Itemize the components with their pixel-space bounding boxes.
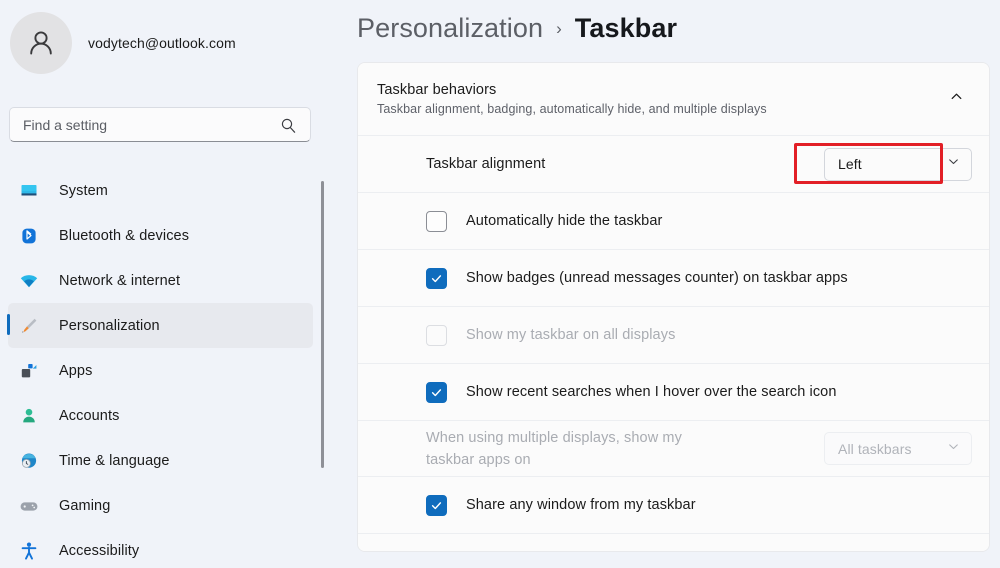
chevron-up-icon (949, 89, 964, 109)
sidebar-item-label: Gaming (59, 497, 111, 514)
auto-hide-taskbar-label: Automatically hide the taskbar (466, 213, 663, 229)
sidebar-item-time-language[interactable]: Time & language (8, 438, 313, 483)
bluetooth-icon (16, 224, 42, 248)
sidebar-item-accessibility[interactable]: Accessibility (8, 528, 313, 568)
chevron-right-icon: › (556, 18, 562, 38)
sidebar-item-label: Personalization (59, 317, 160, 334)
apps-icon (16, 359, 42, 383)
sidebar-item-label: Apps (59, 362, 93, 379)
sidebar-nav: System Bluetooth & devices Network & int… (7, 168, 313, 568)
share-any-window-label: Share any window from my taskbar (466, 497, 696, 513)
chevron-down-icon (947, 155, 960, 173)
sidebar-item-label: Accessibility (59, 542, 140, 559)
account-email: vodytech@outlook.com (88, 35, 236, 51)
card-header[interactable]: Taskbar behaviors Taskbar alignment, bad… (358, 63, 989, 135)
taskbar-behaviors-card: Taskbar behaviors Taskbar alignment, bad… (357, 62, 990, 552)
settings-window: vodytech@outlook.com S (0, 0, 1000, 568)
show-recent-searches-checkbox[interactable] (426, 381, 447, 403)
collapse-toggle-button[interactable] (940, 83, 972, 115)
show-badges-label: Show badges (unread messages counter) on… (466, 270, 848, 286)
multi-display-taskbar-apps-value: All taskbars (838, 440, 912, 457)
sidebar-item-bluetooth-devices[interactable]: Bluetooth & devices (8, 213, 313, 258)
search-box[interactable] (9, 107, 311, 142)
card-subtitle: Taskbar alignment, badging, automaticall… (377, 102, 767, 116)
sidebar-item-apps[interactable]: Apps (8, 348, 313, 393)
monitor-icon (16, 179, 42, 203)
account-section[interactable]: vodytech@outlook.com (10, 12, 236, 74)
card-title: Taskbar behaviors (377, 82, 497, 98)
sidebar-item-label: Time & language (59, 452, 170, 469)
search-icon (280, 117, 297, 139)
share-any-window-row[interactable]: Share any window from my taskbar (358, 476, 989, 533)
multi-display-taskbar-apps-row: When using multiple displays, show my ta… (358, 420, 989, 476)
search-input[interactable] (23, 116, 273, 133)
taskbar-alignment-label: Taskbar alignment (426, 156, 546, 172)
show-taskbar-all-displays-row: Show my taskbar on all displays (358, 306, 989, 363)
sidebar: vodytech@outlook.com S (0, 0, 335, 568)
sidebar-item-label: Network & internet (59, 272, 181, 289)
chevron-down-icon (947, 440, 960, 458)
card-header-texts: Taskbar behaviors Taskbar alignment, bad… (377, 82, 940, 116)
checkmark-icon (431, 388, 442, 396)
share-any-window-checkbox[interactable] (426, 494, 447, 516)
user-avatar-icon (10, 12, 72, 74)
checkmark-icon (431, 274, 442, 282)
clock-globe-icon (16, 449, 42, 473)
next-row-partial (358, 533, 989, 551)
sidebar-scrollbar[interactable] (321, 181, 324, 468)
breadcrumb: Personalization › Taskbar (357, 13, 677, 44)
taskbar-alignment-value: Left (838, 156, 862, 172)
gamepad-icon (16, 494, 42, 518)
sidebar-item-label: Bluetooth & devices (59, 227, 190, 244)
show-taskbar-all-displays-checkbox (426, 324, 447, 346)
auto-hide-taskbar-checkbox[interactable] (426, 210, 447, 232)
accessibility-icon (16, 539, 42, 563)
sidebar-item-label: System (59, 182, 108, 199)
show-badges-row[interactable]: Show badges (unread messages counter) on… (358, 249, 989, 306)
sidebar-item-personalization[interactable]: Personalization (7, 303, 313, 348)
sidebar-item-label: Accounts (59, 407, 120, 424)
show-badges-checkbox[interactable] (426, 267, 447, 289)
show-taskbar-all-displays-label: Show my taskbar on all displays (466, 327, 676, 343)
auto-hide-taskbar-row[interactable]: Automatically hide the taskbar (358, 192, 989, 249)
sidebar-item-gaming[interactable]: Gaming (8, 483, 313, 528)
multi-display-taskbar-apps-dropdown: All taskbars (824, 432, 972, 465)
multi-display-taskbar-apps-label: When using multiple displays, show my ta… (426, 429, 682, 468)
paintbrush-icon (16, 314, 42, 338)
main-content: Personalization › Taskbar Taskbar behavi… (335, 0, 1000, 568)
taskbar-alignment-dropdown[interactable]: Left (824, 147, 972, 181)
checkmark-icon (431, 501, 442, 509)
page-title: Taskbar (574, 13, 678, 43)
breadcrumb-parent[interactable]: Personalization (357, 13, 543, 44)
sidebar-item-network-internet[interactable]: Network & internet (8, 258, 313, 303)
show-recent-searches-row[interactable]: Show recent searches when I hover over t… (358, 363, 989, 420)
show-recent-searches-label: Show recent searches when I hover over t… (466, 384, 837, 400)
sidebar-item-system[interactable]: System (8, 168, 313, 213)
sidebar-item-accounts[interactable]: Accounts (8, 393, 313, 438)
taskbar-alignment-row: Taskbar alignment Left (358, 135, 989, 192)
wifi-icon (16, 269, 42, 293)
person-icon (16, 404, 42, 428)
